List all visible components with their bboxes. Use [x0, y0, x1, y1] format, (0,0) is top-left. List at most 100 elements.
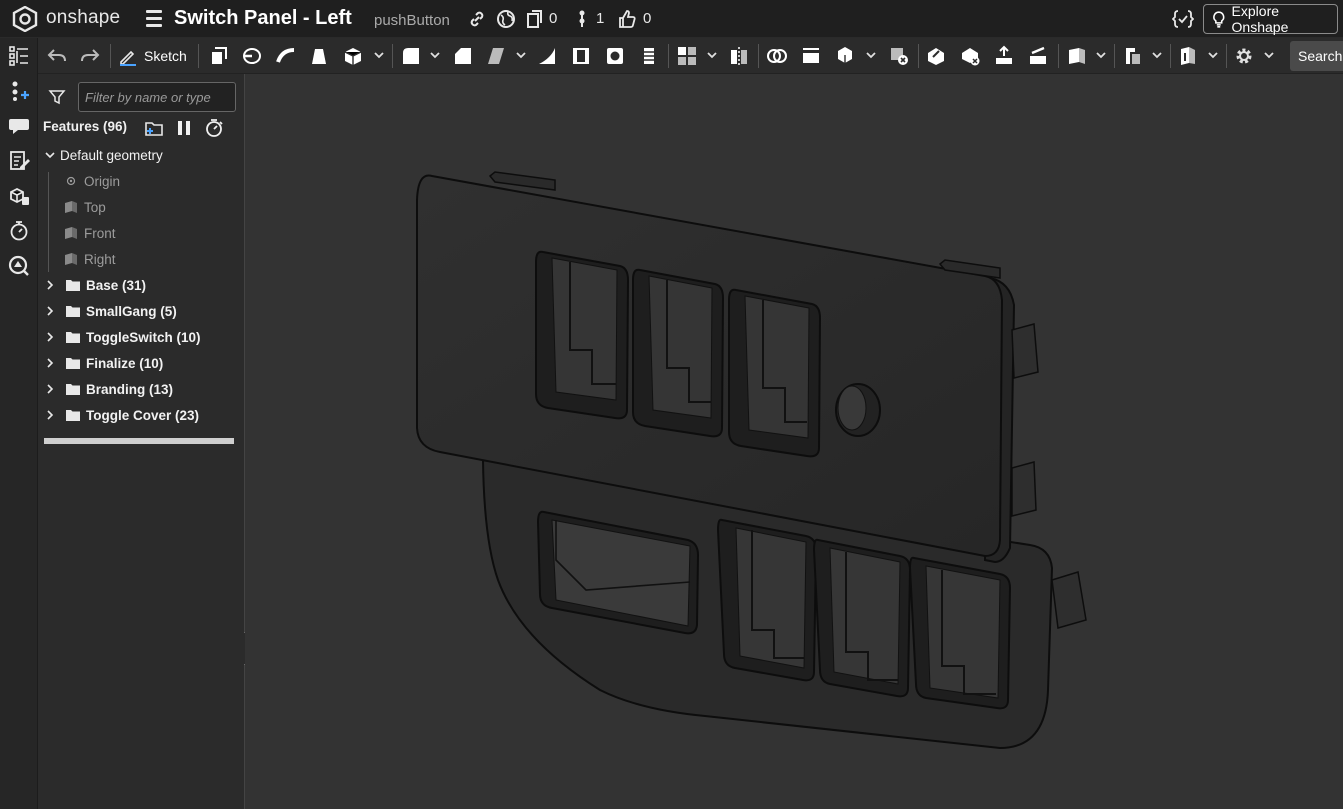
origin-row[interactable]: Origin: [38, 168, 245, 194]
explore-onshape-label: Explore Onshape: [1231, 3, 1289, 35]
graphics-viewport[interactable]: [245, 74, 1343, 809]
comments-icon[interactable]: [8, 115, 30, 137]
modify-fillet-icon[interactable]: [925, 45, 947, 67]
chevron-down-icon[interactable]: [1096, 52, 1106, 60]
variables-icon[interactable]: [8, 80, 30, 102]
featurescript-icon[interactable]: [1172, 8, 1194, 30]
chevron-right-icon[interactable]: [44, 305, 56, 317]
chevron-right-icon[interactable]: [44, 279, 56, 291]
folder-row[interactable]: Toggle Cover (23): [38, 402, 245, 428]
chevron-down-icon[interactable]: [430, 52, 440, 60]
feature-list-icon[interactable]: [8, 45, 30, 67]
toolbar-divider: [1058, 44, 1059, 68]
linear-pattern-icon[interactable]: [676, 45, 698, 67]
chevron-down-icon[interactable]: [1208, 52, 1218, 60]
globe-icon[interactable]: [496, 9, 516, 29]
top-plane-row[interactable]: Top: [38, 194, 245, 220]
extrude-icon[interactable]: [208, 45, 230, 67]
folder-label: Base (31): [86, 277, 147, 293]
thicken-icon[interactable]: [342, 45, 364, 67]
filter-input[interactable]: [78, 82, 236, 112]
chevron-down-icon[interactable]: [1152, 52, 1162, 60]
chevron-down-icon[interactable]: [866, 52, 876, 60]
plane-icon: [65, 201, 77, 213]
rib-icon[interactable]: [536, 45, 558, 67]
chevron-right-icon[interactable]: [44, 331, 56, 343]
folder-icon: [66, 280, 80, 291]
front-plane-row[interactable]: Front: [38, 220, 245, 246]
link-icon[interactable]: [467, 9, 487, 29]
chevron-down-icon[interactable]: [516, 52, 526, 60]
draft-icon[interactable]: [485, 45, 507, 67]
like-icon[interactable]: [617, 9, 637, 29]
sweep-icon[interactable]: [275, 45, 297, 67]
switch-panel-model[interactable]: [245, 74, 1343, 809]
undo-icon[interactable]: [46, 45, 68, 67]
toolbar-divider: [1170, 44, 1171, 68]
menu-icon[interactable]: [146, 10, 162, 28]
pause-icon[interactable]: [174, 118, 194, 138]
folder-row[interactable]: Finalize (10): [38, 350, 245, 376]
branches-count: 1: [596, 10, 605, 27]
chevron-right-icon[interactable]: [44, 357, 56, 369]
analysis-icon[interactable]: [8, 255, 30, 277]
document-title[interactable]: Switch Panel - Left: [174, 7, 352, 30]
folder-row[interactable]: SmallGang (5): [38, 298, 245, 324]
top-bar: onshape Switch Panel - Left pushButton 0…: [0, 0, 1343, 38]
replace-face-icon[interactable]: [1027, 45, 1049, 67]
folder-icon: [66, 306, 80, 317]
features-count-header: Features (96): [43, 119, 128, 134]
settings-gear-icon[interactable]: [1233, 45, 1255, 67]
lightbulb-icon: [1213, 11, 1225, 28]
chevron-right-icon[interactable]: [44, 409, 56, 421]
rollback-bar[interactable]: [44, 438, 234, 444]
right-plane-row[interactable]: Right: [38, 246, 245, 272]
boolean-icon[interactable]: [766, 45, 788, 67]
mirror-icon[interactable]: [728, 45, 750, 67]
revolve-icon[interactable]: [241, 45, 263, 67]
chevron-down-icon[interactable]: [1264, 52, 1274, 60]
transform-icon[interactable]: [834, 45, 856, 67]
onshape-logo-icon[interactable]: [12, 6, 38, 32]
add-folder-icon[interactable]: [144, 118, 164, 138]
shell-icon[interactable]: [570, 45, 592, 67]
fillet-icon[interactable]: [400, 45, 422, 67]
explore-onshape-button[interactable]: Explore Onshape: [1203, 3, 1338, 35]
loft-icon[interactable]: [308, 45, 330, 67]
sketch-button[interactable]: Sketch: [118, 44, 187, 68]
sheet-metal-icon[interactable]: [1122, 45, 1144, 67]
delete-part-icon[interactable]: [888, 45, 910, 67]
stopwatch-icon[interactable]: [204, 118, 224, 138]
chevron-down-icon[interactable]: [374, 52, 384, 60]
thread-icon[interactable]: [638, 45, 660, 67]
frame-icon[interactable]: [1177, 45, 1199, 67]
workspace-name[interactable]: pushButton: [374, 12, 450, 29]
folder-row[interactable]: Branding (13): [38, 376, 245, 402]
search-tools-button[interactable]: Search: [1290, 41, 1343, 71]
parts-icon[interactable]: [8, 185, 30, 207]
default-geometry-row[interactable]: Default geometry: [38, 142, 245, 168]
filter-icon[interactable]: [48, 88, 66, 106]
folder-row[interactable]: ToggleSwitch (10): [38, 324, 245, 350]
versions-icon[interactable]: [525, 9, 545, 29]
delete-face-icon[interactable]: [959, 45, 981, 67]
move-face-icon[interactable]: [993, 45, 1015, 67]
hole-icon[interactable]: [604, 45, 626, 67]
notes-icon[interactable]: [8, 150, 30, 172]
pencil-icon: [120, 50, 136, 66]
rollback-timer-icon[interactable]: [8, 220, 30, 242]
branch-icon[interactable]: [572, 9, 592, 29]
redo-icon[interactable]: [79, 45, 101, 67]
plane-icon[interactable]: [1066, 45, 1088, 67]
toolbar-divider: [758, 44, 759, 68]
chamfer-icon[interactable]: [452, 45, 474, 67]
front-plane-label: Front: [84, 225, 116, 241]
folder-icon: [66, 410, 80, 421]
plane-icon: [65, 253, 77, 265]
split-icon[interactable]: [800, 45, 822, 67]
folder-row[interactable]: Base (31): [38, 272, 245, 298]
chevron-down-icon[interactable]: [707, 52, 717, 60]
chevron-down-icon[interactable]: [44, 149, 56, 161]
chevron-right-icon[interactable]: [44, 383, 56, 395]
folder-label: Finalize (10): [86, 355, 164, 371]
